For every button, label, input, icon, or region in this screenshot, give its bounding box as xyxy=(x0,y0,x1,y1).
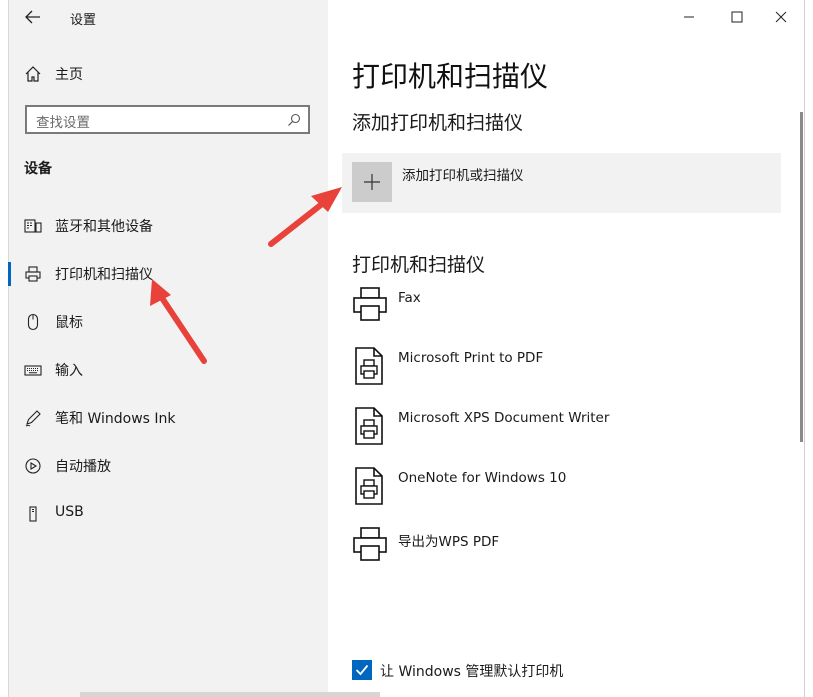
pen-icon xyxy=(25,410,41,427)
printer-name: OneNote for Windows 10 xyxy=(398,470,567,486)
printer-name: Fax xyxy=(398,290,421,306)
maximize-icon xyxy=(731,11,743,23)
printer-icon xyxy=(353,527,387,561)
printer-item-xps-writer[interactable]: Microsoft XPS Document Writer xyxy=(352,406,782,456)
sidebar-item-label: 自动播放 xyxy=(55,459,111,475)
bluetooth-devices-icon xyxy=(24,219,42,233)
sidebar-item-label: 打印机和扫描仪 xyxy=(55,267,153,283)
sidebar-item-label: 输入 xyxy=(55,363,83,379)
sidebar-item-label: 笔和 Windows Ink xyxy=(55,411,176,427)
window-title: 设置 xyxy=(70,13,97,28)
usb-icon xyxy=(29,506,37,522)
taskbar-edge xyxy=(80,692,380,697)
printer-icon xyxy=(25,266,41,282)
search-input[interactable]: 查找设置 xyxy=(25,105,310,134)
fax-printer-icon xyxy=(353,287,387,321)
sidebar-item-usb[interactable]: USB xyxy=(8,496,320,532)
printer-item-fax[interactable]: Fax xyxy=(352,286,782,336)
add-printer-label: 添加打印机或扫描仪 xyxy=(402,168,524,184)
search-icon xyxy=(288,113,301,126)
plus-icon xyxy=(364,174,380,190)
printers-section-title: 打印机和扫描仪 xyxy=(352,254,486,276)
checkmark-icon xyxy=(355,664,369,676)
printer-item-onenote[interactable]: OneNote for Windows 10 xyxy=(352,466,782,516)
printer-item-wps-pdf[interactable]: 导出为WPS PDF xyxy=(352,526,782,576)
add-section-title: 添加打印机和扫描仪 xyxy=(352,112,524,134)
sidebar-item-label: USB xyxy=(55,504,84,520)
document-printer-icon xyxy=(355,347,383,385)
sidebar-item-home[interactable]: 主页 xyxy=(8,56,320,92)
autoplay-icon xyxy=(25,458,41,474)
page-title: 打印机和扫描仪 xyxy=(352,60,549,93)
sidebar-item-label: 鼠标 xyxy=(55,315,83,331)
back-arrow-icon xyxy=(25,10,40,24)
window-edge xyxy=(804,0,813,697)
sidebar-item-bluetooth[interactable]: 蓝牙和其他设备 xyxy=(8,208,320,244)
document-printer-icon xyxy=(355,467,383,505)
printer-name: 导出为WPS PDF xyxy=(398,534,500,550)
keyboard-icon xyxy=(24,365,42,376)
minimize-button[interactable] xyxy=(672,5,706,29)
add-tile-icon-box xyxy=(352,162,392,202)
printer-name: Microsoft XPS Document Writer xyxy=(398,410,610,426)
back-button[interactable] xyxy=(20,6,46,28)
sidebar-item-mouse[interactable]: 鼠标 xyxy=(8,304,320,340)
minimize-icon xyxy=(684,16,694,18)
maximize-button[interactable] xyxy=(720,5,754,29)
printer-name: Microsoft Print to PDF xyxy=(398,350,544,366)
home-icon xyxy=(25,66,41,82)
sidebar-item-label: 蓝牙和其他设备 xyxy=(55,219,153,235)
default-printer-label: 让 Windows 管理默认打印机 xyxy=(380,664,564,680)
close-button[interactable] xyxy=(764,5,798,29)
close-icon xyxy=(775,11,787,23)
add-printer-button[interactable]: 添加打印机或扫描仪 xyxy=(342,153,781,213)
sidebar-home-label: 主页 xyxy=(55,67,83,83)
sidebar-section-title: 设备 xyxy=(24,161,52,177)
printer-item-print-to-pdf[interactable]: Microsoft Print to PDF xyxy=(352,346,782,396)
mouse-icon xyxy=(27,313,39,331)
default-printer-checkbox[interactable] xyxy=(352,660,372,680)
search-placeholder: 查找设置 xyxy=(36,115,90,131)
sidebar-item-printers[interactable]: 打印机和扫描仪 xyxy=(8,256,320,292)
sidebar-item-pen[interactable]: 笔和 Windows Ink xyxy=(8,400,320,436)
document-printer-icon xyxy=(355,407,383,445)
sidebar-item-typing[interactable]: 输入 xyxy=(8,352,320,388)
sidebar-item-autoplay[interactable]: 自动播放 xyxy=(8,448,320,484)
scrollbar-thumb[interactable] xyxy=(800,112,803,442)
